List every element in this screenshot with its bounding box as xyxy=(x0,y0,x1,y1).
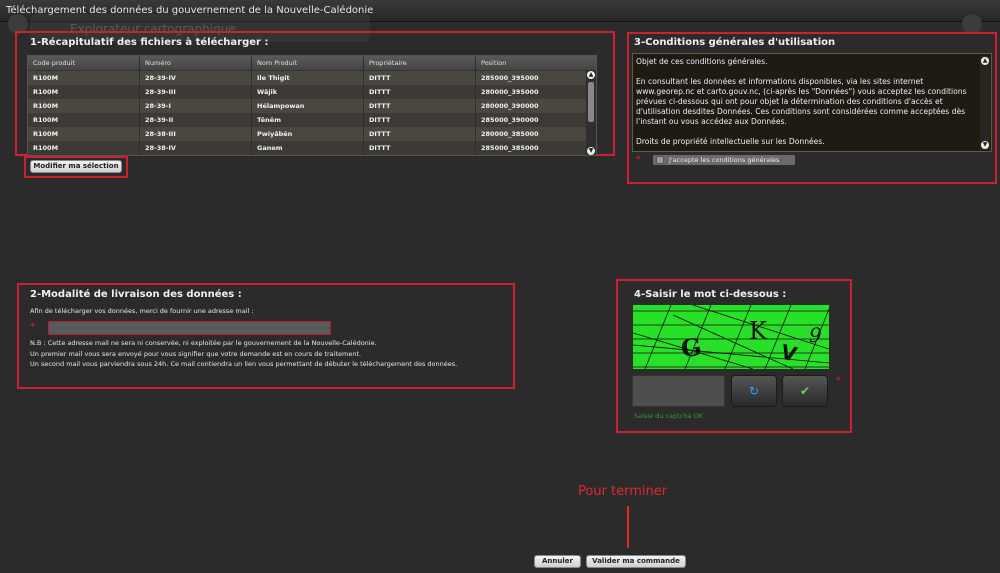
captcha-status: Saisie du captcha OK xyxy=(634,412,703,420)
cell-nom: Pwiyâbên xyxy=(252,127,364,141)
scroll-down-icon[interactable]: ▼ xyxy=(587,147,595,155)
files-table: Code produit Numéro Nom Produit Propriét… xyxy=(27,55,597,156)
cancel-button[interactable]: Annuler xyxy=(534,555,581,568)
captcha-glyph: K xyxy=(749,317,767,345)
email-note-1: N.B : Cette adresse mail ne sera ni cons… xyxy=(30,339,377,347)
terms-required-mark: * xyxy=(636,155,641,165)
table-scrollbar[interactable]: ▲ ▼ xyxy=(586,70,596,155)
terms-scrollbar[interactable]: ▲ ▼ xyxy=(980,56,990,150)
email-note-2: Un premier mail vous sera envoyé pour vo… xyxy=(30,350,362,358)
table-row[interactable]: R100M 28-39-III Wâjik DITTT 280000_39500… xyxy=(28,85,596,99)
email-instruction: Afin de télécharger vos données, merci d… xyxy=(30,307,254,315)
captcha-glyph: 9 xyxy=(809,323,822,347)
table-row[interactable]: R100M 28-38-III Pwiyâbên DITTT 280000_38… xyxy=(28,127,596,141)
terms-paragraph: Droits de propriété intellectuelle sur l… xyxy=(636,137,825,146)
cell-position: 280000_390000 xyxy=(481,102,539,110)
cell-proprietaire: DITTT xyxy=(364,113,476,127)
scroll-down-icon[interactable]: ▼ xyxy=(981,141,989,149)
refresh-captcha-button[interactable]: ↻ xyxy=(731,375,777,407)
cell-numero: 28-39-II xyxy=(140,113,252,127)
section3-title: 3-Conditions générales d'utilisation xyxy=(634,37,836,48)
table-row[interactable]: R100M 28-38-IV Ganem DITTT 285000_385000 xyxy=(28,141,596,155)
col-nom-produit[interactable]: Nom Produit xyxy=(252,56,364,70)
cell-code: R100M xyxy=(28,85,140,99)
table-row[interactable]: R100M 28-39-IV Ile Thigit DITTT 285000_3… xyxy=(28,71,596,85)
scroll-thumb[interactable] xyxy=(588,82,594,122)
section1-title: 1-Récapitulatif des fichiers à télécharg… xyxy=(30,37,269,48)
annotation-arrow xyxy=(627,506,629,548)
cell-code: R100M xyxy=(28,71,140,85)
captcha-required-mark: * xyxy=(836,376,841,386)
finish-annotation: Pour terminer xyxy=(578,484,668,499)
cell-code: R100M xyxy=(28,141,140,155)
section4-title: 4-Saisir le mot ci-dessous : xyxy=(634,289,787,300)
cell-position: 280000_395000 xyxy=(481,88,539,96)
cell-numero: 28-39-I xyxy=(140,99,252,113)
files-table-header: Code produit Numéro Nom Produit Propriét… xyxy=(28,56,596,71)
captcha-noise-icon xyxy=(633,305,829,369)
cell-code: R100M xyxy=(28,127,140,141)
cell-numero: 28-38-III xyxy=(140,127,252,141)
cell-position: 285000_390000 xyxy=(481,116,539,124)
checkbox-icon[interactable] xyxy=(656,156,664,164)
cell-position: 285000_385000 xyxy=(481,144,539,152)
accept-terms-checkbox[interactable]: J'accepte les conditions générales xyxy=(653,155,795,165)
cell-nom: Wâjik xyxy=(252,85,364,99)
email-note-3: Un second mail vous parviendra sous 24h.… xyxy=(30,360,458,368)
col-proprietaire[interactable]: Propriétaire xyxy=(364,56,476,70)
validate-captcha-button[interactable]: ✔ xyxy=(782,375,828,407)
scroll-up-icon[interactable]: ▲ xyxy=(587,71,595,79)
cell-proprietaire: DITTT xyxy=(364,127,476,141)
email-required-mark: * xyxy=(30,322,35,332)
cell-nom: Ile Thigit xyxy=(252,71,364,85)
col-position[interactable]: Position xyxy=(476,56,586,70)
cell-proprietaire: DITTT xyxy=(364,85,476,99)
cell-position: 280000_385000 xyxy=(481,130,539,138)
cell-code: R100M xyxy=(28,113,140,127)
captcha-input[interactable] xyxy=(632,375,725,407)
col-code-produit[interactable]: Code produit xyxy=(28,56,140,70)
cell-proprietaire: DITTT xyxy=(364,71,476,85)
terms-text-box[interactable]: Objet de ces conditions générales. En co… xyxy=(632,53,992,152)
accept-terms-label[interactable]: J'accepte les conditions générales xyxy=(669,155,779,165)
captcha-glyph: G xyxy=(679,331,704,364)
cell-nom: Ganem xyxy=(252,141,364,155)
cell-nom: Tênêm xyxy=(252,113,364,127)
col-numero[interactable]: Numéro xyxy=(140,56,252,70)
cell-proprietaire: DITTT xyxy=(364,141,476,155)
email-input[interactable] xyxy=(48,321,331,335)
cell-nom: Hélampowan xyxy=(252,99,364,113)
scroll-up-icon[interactable]: ▲ xyxy=(981,57,989,65)
section2-title: 2-Modalité de livraison des données : xyxy=(30,289,242,300)
modify-selection-button[interactable]: Modifier ma sélection xyxy=(30,160,122,173)
cell-numero: 28-38-IV xyxy=(140,141,252,155)
terms-paragraph: Objet de ces conditions générales. xyxy=(636,57,768,66)
cell-position: 285000_395000 xyxy=(481,74,539,82)
table-row[interactable]: R100M 28-39-I Hélampowan DITTT 280000_39… xyxy=(28,99,596,113)
cell-numero: 28-39-IV xyxy=(140,71,252,85)
cell-code: R100M xyxy=(28,99,140,113)
cell-proprietaire: DITTT xyxy=(364,99,476,113)
submit-order-button[interactable]: Valider ma commande xyxy=(586,555,686,568)
background-settings-icon xyxy=(962,14,982,34)
captcha-image: G K V 9 xyxy=(633,305,829,369)
table-row[interactable]: R100M 28-39-II Tênêm DITTT 285000_390000 xyxy=(28,113,596,127)
cell-numero: 28-39-III xyxy=(140,85,252,99)
checkmark-icon: ✔ xyxy=(799,384,811,398)
terms-paragraph: En consultant les données et information… xyxy=(636,77,967,126)
refresh-icon: ↻ xyxy=(748,384,760,398)
